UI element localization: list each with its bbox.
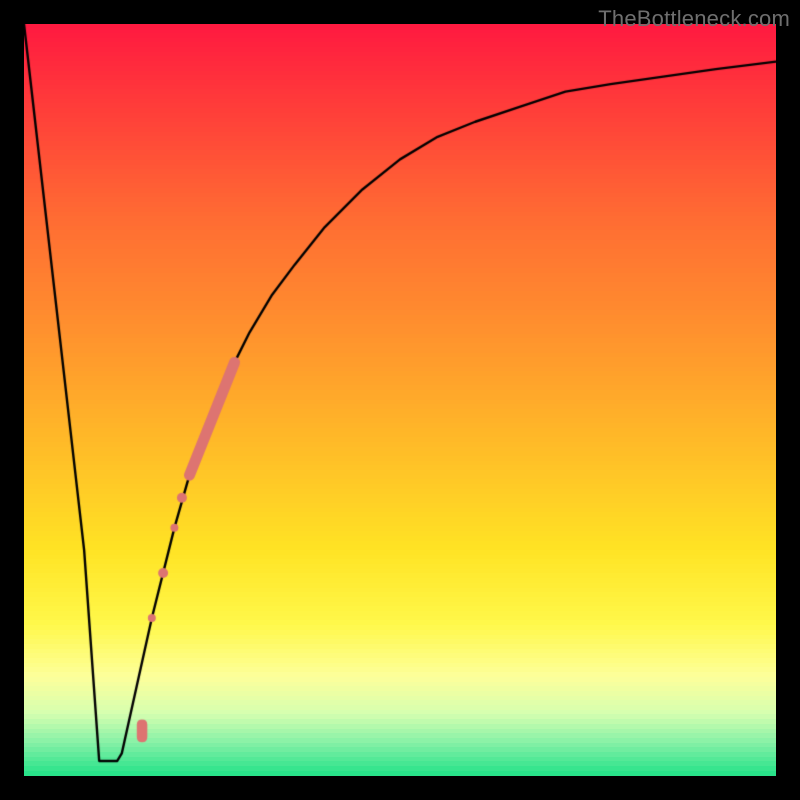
bottleneck-curve (24, 24, 776, 776)
plot-area (24, 24, 776, 776)
watermark-text: TheBottleneck.com (598, 6, 790, 32)
chart-stage: TheBottleneck.com (0, 0, 800, 800)
